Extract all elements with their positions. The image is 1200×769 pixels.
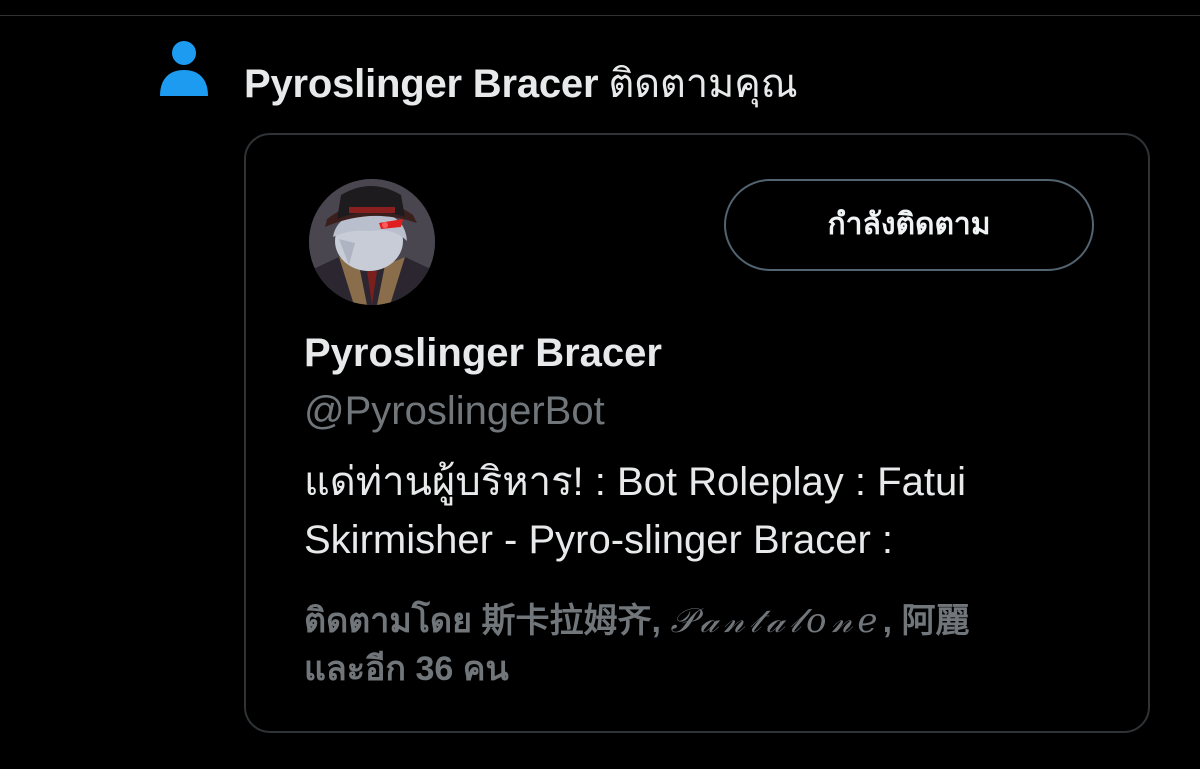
bio-line: แด่ท่านผู้บริหาร! : Bot Roleplay : Fatui [304, 460, 967, 504]
top-divider [0, 15, 1200, 16]
followed-by[interactable]: ติดตามโดย 斯卡拉姆齐, 𝒫𝒶𝓃𝓉𝒶𝓁𝑜𝓃𝑒, 阿麗 และอีก 36… [304, 597, 1104, 693]
avatar[interactable] [309, 179, 435, 305]
bio-line: Skirmisher - Pyro-slinger Bracer : [304, 518, 894, 562]
notification-action: ติดตามคุณ [608, 62, 798, 106]
notification-text: Pyroslinger Bracer ติดตามคุณ [244, 56, 798, 112]
followed-by-prefix: ติดตามโดย [304, 602, 473, 640]
follower-name: 阿麗 [901, 602, 970, 640]
person-icon [158, 40, 210, 96]
follower-name: 𝒫𝒶𝓃𝓉𝒶𝓁𝑜𝓃𝑒 [670, 601, 883, 641]
following-button[interactable]: กำลังติดตาม [724, 179, 1094, 271]
display-name[interactable]: Pyroslinger Bracer [304, 327, 662, 379]
user-card[interactable]: กำลังติดตาม Pyroslinger Bracer @Pyroslin… [244, 133, 1150, 733]
user-bio: แด่ท่านผู้บริหาร! : Bot Roleplay : Fatui… [304, 453, 1104, 569]
notification-user-name[interactable]: Pyroslinger Bracer [244, 62, 599, 106]
user-handle[interactable]: @PyroslingerBot [304, 385, 605, 437]
followed-by-count: และอีก 36 คน [304, 650, 509, 688]
followed-by-line: ติดตามโดย 斯卡拉姆齐, 𝒫𝒶𝓃𝓉𝒶𝓁𝑜𝓃𝑒, 阿麗 [304, 601, 970, 641]
follower-name: 斯卡拉姆齐 [481, 602, 652, 640]
